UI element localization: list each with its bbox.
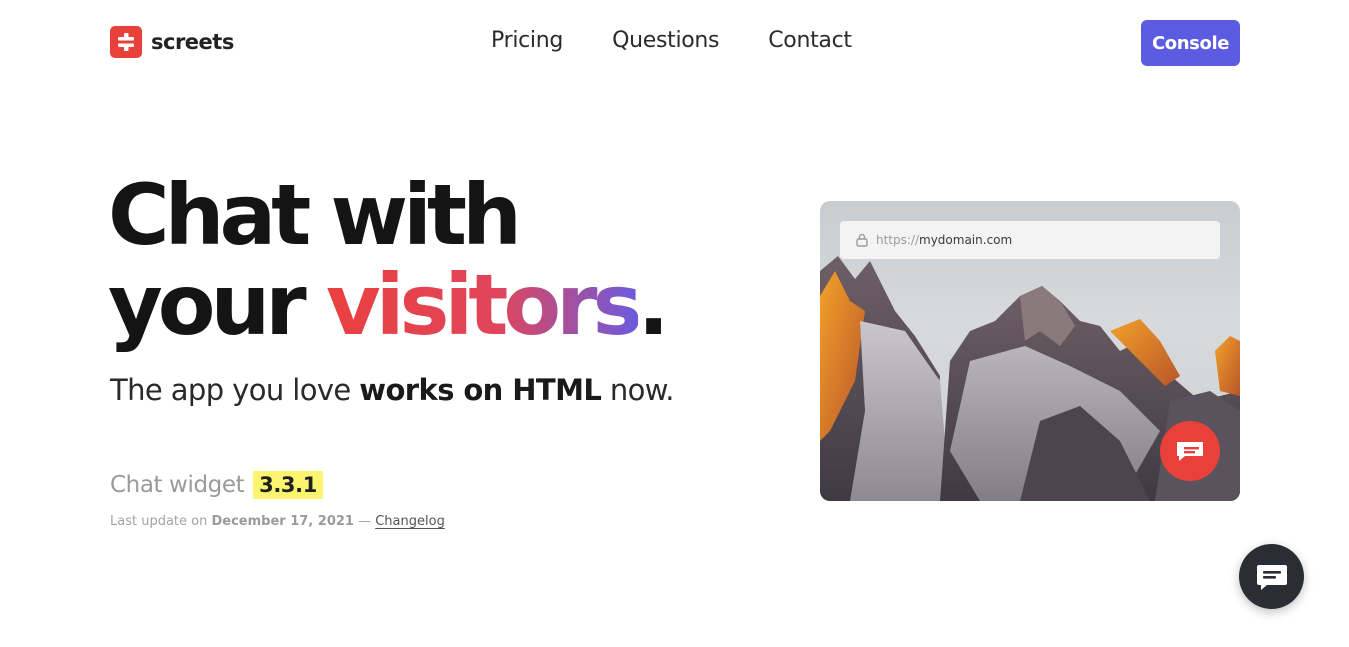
chat-bubble-icon (1177, 442, 1203, 461)
chat-bubble-icon (1256, 564, 1287, 590)
hero-title-highlight: visitors (325, 256, 643, 354)
nav-item-contact[interactable]: Contact (768, 28, 852, 53)
browser-preview: https://mydomain.com (820, 201, 1240, 501)
hero-title-line-1: Chat with (108, 166, 522, 264)
nav-item-questions[interactable]: Questions (612, 28, 719, 53)
tagline-bold: works on HTML (359, 373, 602, 407)
url-protocol: https:// (876, 233, 920, 247)
brand-logo[interactable]: screets (110, 26, 234, 58)
changelog-link[interactable]: Changelog (375, 514, 445, 529)
update-prefix: Last update on (110, 514, 212, 529)
hero-title: Chat with your visitors. (108, 166, 669, 350)
last-update-line: Last update on December 17, 2021 — Chang… (110, 514, 445, 529)
console-button[interactable]: Console (1141, 20, 1240, 66)
floating-chat-button[interactable] (1239, 544, 1304, 609)
tagline-start: The app you love (110, 373, 360, 407)
hero-title-your: your (108, 256, 326, 354)
version-badge: 3.3.1 (253, 471, 323, 499)
address-bar[interactable]: https://mydomain.com (840, 221, 1220, 259)
brand-name: screets (151, 30, 234, 54)
hero-tagline: The app you love works on HTML now. (110, 373, 674, 407)
hero-title-line-2: your visitors. (108, 260, 669, 350)
preview-chat-button[interactable] (1160, 421, 1220, 481)
lock-icon (856, 233, 868, 247)
main-nav: Pricing Questions Contact (491, 28, 852, 53)
widget-version-line: Chat widget 3.3.1 (110, 471, 323, 499)
hero-title-period: . (637, 256, 670, 354)
url-domain: mydomain.com (919, 233, 1013, 247)
update-date: December 17, 2021 (211, 514, 354, 529)
nav-item-pricing[interactable]: Pricing (491, 28, 563, 53)
update-separator: — (353, 514, 376, 529)
tagline-end: now. (601, 373, 675, 407)
screets-logo-icon (110, 26, 142, 58)
widget-label: Chat widget (110, 472, 252, 498)
